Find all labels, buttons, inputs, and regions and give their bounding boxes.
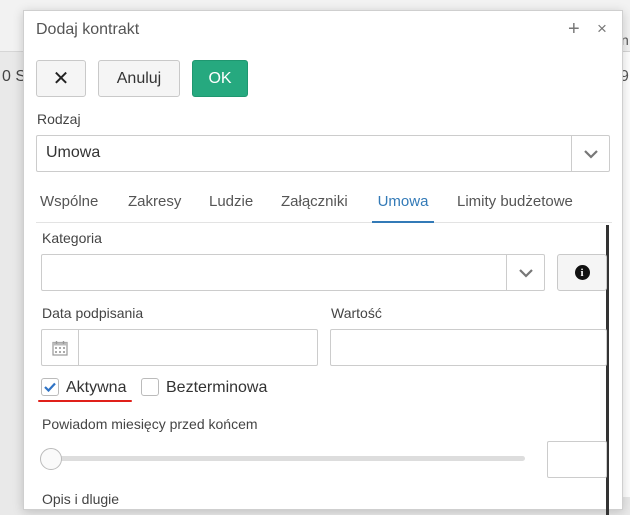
info-icon: i [574,265,590,280]
info-button[interactable]: i [557,254,607,291]
checkmark-icon [44,382,56,392]
tab-limity-budzetowe[interactable]: Limity budżetowe [457,193,573,223]
tab-umowa[interactable]: Umowa [372,193,434,223]
powiadom-slider-handle[interactable] [40,448,62,470]
aktywna-checkbox[interactable] [41,378,59,396]
rodzaj-value: Umowa [46,144,101,161]
rodzaj-select[interactable]: Umowa [36,135,610,172]
kategoria-select[interactable] [41,254,545,291]
tab-wspolne[interactable]: Wspólne [40,193,98,223]
close-icon[interactable]: × [597,17,607,41]
powiadom-slider-track[interactable] [43,456,525,461]
kategoria-label: Kategoria [42,230,102,246]
highlight-underline [38,400,132,402]
maximize-icon[interactable]: + [568,17,580,41]
dialog-title: Dodaj kontrakt [36,21,140,38]
aktywna-label[interactable]: Aktywna [66,379,126,397]
powiadom-value-field[interactable] [547,441,607,478]
wartosc-field[interactable] [330,329,607,366]
data-podpisania-field[interactable] [41,329,318,366]
chevron-down-icon[interactable] [506,255,544,290]
powiadom-label: Powiadom miesięcy przed końcem [42,416,258,432]
calendar-icon[interactable] [42,330,79,365]
tab-zalaczniki[interactable]: Załączniki [281,193,348,223]
background-strip-right [623,52,630,497]
tab-ludzie[interactable]: Ludzie [209,193,253,223]
tab-zakresy[interactable]: Zakresy [128,193,181,223]
chevron-down-icon[interactable] [571,136,609,171]
rodzaj-label: Rodzaj [37,111,81,127]
tab-bar: Wspólne Zakresy Ludzie Załączniki Umowa … [36,193,612,223]
opis-label: Opis i dlugie [42,491,120,507]
close-button[interactable]: ✕ [36,60,86,97]
wartosc-label: Wartość [331,305,382,321]
cancel-button[interactable]: Anuluj [98,60,180,97]
ok-button[interactable]: OK [192,60,248,97]
bezterminowa-label[interactable]: Bezterminowa [166,379,267,397]
data-podpisania-label: Data podpisania [42,305,144,321]
add-contract-dialog: Dodaj kontrakt + × ✕ Anuluj OK Rodzaj Um… [23,10,623,515]
bezterminowa-checkbox[interactable] [141,378,159,396]
